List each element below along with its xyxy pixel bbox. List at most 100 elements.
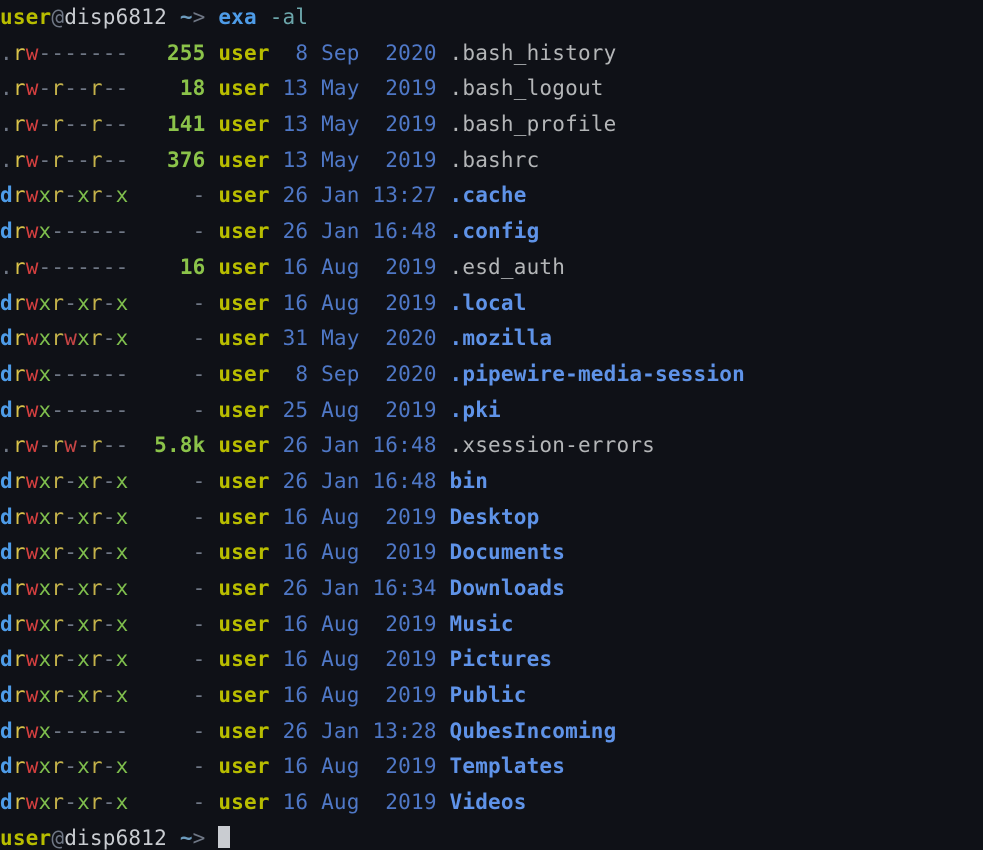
file-permissions: drwxr-xr-x xyxy=(0,540,128,564)
file-owner: user xyxy=(218,683,269,707)
file-size: - xyxy=(193,362,206,386)
file-size: 16 xyxy=(180,255,206,279)
prompt-user: user xyxy=(0,826,51,850)
file-date: 31 May 2020 xyxy=(283,326,437,350)
file-size: - xyxy=(193,754,206,778)
directory-name: Videos xyxy=(450,790,527,814)
file-name: .bashrc xyxy=(450,148,540,172)
file-owner: user xyxy=(218,148,269,172)
file-row: drwxr-xr-x - user 26 Jan 13:27 .cache xyxy=(0,178,983,214)
file-owner: user xyxy=(218,790,269,814)
file-date: 26 Jan 16:34 xyxy=(283,576,437,600)
file-date: 8 Sep 2020 xyxy=(283,41,437,65)
file-row: .rw-r--r-- 141 user 13 May 2019 .bash_pr… xyxy=(0,107,983,143)
file-owner: user xyxy=(218,612,269,636)
prompt-line-empty[interactable]: user@disp6812 ~> xyxy=(0,821,983,850)
file-date: 16 Aug 2019 xyxy=(283,540,437,564)
file-row: drwx------ - user 25 Aug 2019 .pki xyxy=(0,393,983,429)
file-owner: user xyxy=(218,469,269,493)
file-row: drwxr-xr-x - user 16 Aug 2019 .local xyxy=(0,286,983,322)
directory-name: Desktop xyxy=(450,505,540,529)
file-date: 16 Aug 2019 xyxy=(283,291,437,315)
file-row: drwxr-xr-x - user 16 Aug 2019 Templates xyxy=(0,749,983,785)
file-size: - xyxy=(193,790,206,814)
prompt-line: user@disp6812 ~> exa -al xyxy=(0,0,983,36)
file-date: 26 Jan 16:48 xyxy=(283,469,437,493)
file-permissions: drwx------ xyxy=(0,219,128,243)
file-row: drwxr-xr-x - user 26 Jan 16:48 bin xyxy=(0,464,983,500)
file-size: - xyxy=(193,398,206,422)
file-name: .esd_auth xyxy=(450,255,566,279)
file-date: 8 Sep 2020 xyxy=(283,362,437,386)
directory-name: Templates xyxy=(450,754,566,778)
file-owner: user xyxy=(218,41,269,65)
file-owner: user xyxy=(218,255,269,279)
file-owner: user xyxy=(218,433,269,457)
cursor[interactable] xyxy=(218,826,230,848)
file-name: .bash_profile xyxy=(450,112,617,136)
file-size: - xyxy=(193,291,206,315)
file-permissions: drwxr-xr-x xyxy=(0,647,128,671)
file-owner: user xyxy=(218,112,269,136)
file-date: 13 May 2019 xyxy=(283,76,437,100)
file-size: - xyxy=(193,183,206,207)
directory-name: Music xyxy=(450,612,514,636)
file-owner: user xyxy=(218,754,269,778)
file-row: .rw------- 255 user 8 Sep 2020 .bash_his… xyxy=(0,36,983,72)
file-permissions: .rw-r--r-- xyxy=(0,112,128,136)
file-permissions: .rw-r--r-- xyxy=(0,148,128,172)
file-row: .rw-r--r-- 376 user 13 May 2019 .bashrc xyxy=(0,143,983,179)
file-size: - xyxy=(193,612,206,636)
directory-name: .config xyxy=(450,219,540,243)
file-row: drwxr-xr-x - user 16 Aug 2019 Music xyxy=(0,607,983,643)
file-row: drwxr-xr-x - user 16 Aug 2019 Pictures xyxy=(0,642,983,678)
prompt-user: user xyxy=(0,5,51,29)
file-date: 26 Jan 16:48 xyxy=(283,219,437,243)
prompt-host: disp6812 xyxy=(64,5,167,29)
directory-name: Pictures xyxy=(450,647,553,671)
directory-name: bin xyxy=(450,469,489,493)
file-owner: user xyxy=(218,76,269,100)
file-date: 16 Aug 2019 xyxy=(283,612,437,636)
file-row: drwxrwxr-x - user 31 May 2020 .mozilla xyxy=(0,321,983,357)
file-size: 376 xyxy=(167,148,206,172)
file-date: 16 Aug 2019 xyxy=(283,683,437,707)
file-date: 13 May 2019 xyxy=(283,148,437,172)
file-permissions: drwxr-xr-x xyxy=(0,291,128,315)
file-owner: user xyxy=(218,183,269,207)
directory-name: QubesIncoming xyxy=(450,719,617,743)
file-permissions: drwx------ xyxy=(0,719,128,743)
file-owner: user xyxy=(218,398,269,422)
file-owner: user xyxy=(218,576,269,600)
file-name: .xsession-errors xyxy=(450,433,656,457)
file-row: drwx------ - user 26 Jan 16:48 .config xyxy=(0,214,983,250)
file-row: drwxr-xr-x - user 16 Aug 2019 Documents xyxy=(0,535,983,571)
file-row: .rw-rw-r-- 5.8k user 26 Jan 16:48 .xsess… xyxy=(0,428,983,464)
file-permissions: .rw-r--r-- xyxy=(0,76,128,100)
file-size: 5.8k xyxy=(154,433,205,457)
directory-name: .mozilla xyxy=(450,326,553,350)
prompt-path: ~ xyxy=(180,5,193,29)
file-size: 255 xyxy=(167,41,206,65)
file-date: 16 Aug 2019 xyxy=(283,255,437,279)
file-row: drwxr-xr-x - user 16 Aug 2019 Videos xyxy=(0,785,983,821)
file-owner: user xyxy=(218,326,269,350)
file-owner: user xyxy=(218,362,269,386)
file-owner: user xyxy=(218,540,269,564)
file-size: - xyxy=(193,219,206,243)
file-permissions: drwx------ xyxy=(0,398,128,422)
file-owner: user xyxy=(218,219,269,243)
directory-name: Downloads xyxy=(450,576,566,600)
file-permissions: drwxr-xr-x xyxy=(0,612,128,636)
file-permissions: .rw-rw-r-- xyxy=(0,433,128,457)
file-date: 16 Aug 2019 xyxy=(283,647,437,671)
file-date: 26 Jan 13:28 xyxy=(283,719,437,743)
file-size: - xyxy=(193,540,206,564)
file-size: - xyxy=(193,647,206,671)
directory-name: .pki xyxy=(450,398,501,422)
directory-name: Documents xyxy=(450,540,566,564)
file-owner: user xyxy=(218,647,269,671)
file-permissions: drwx------ xyxy=(0,362,128,386)
prompt-host: disp6812 xyxy=(64,826,167,850)
terminal-output[interactable]: user@disp6812 ~> exa -al.rw------- 255 u… xyxy=(0,0,983,850)
